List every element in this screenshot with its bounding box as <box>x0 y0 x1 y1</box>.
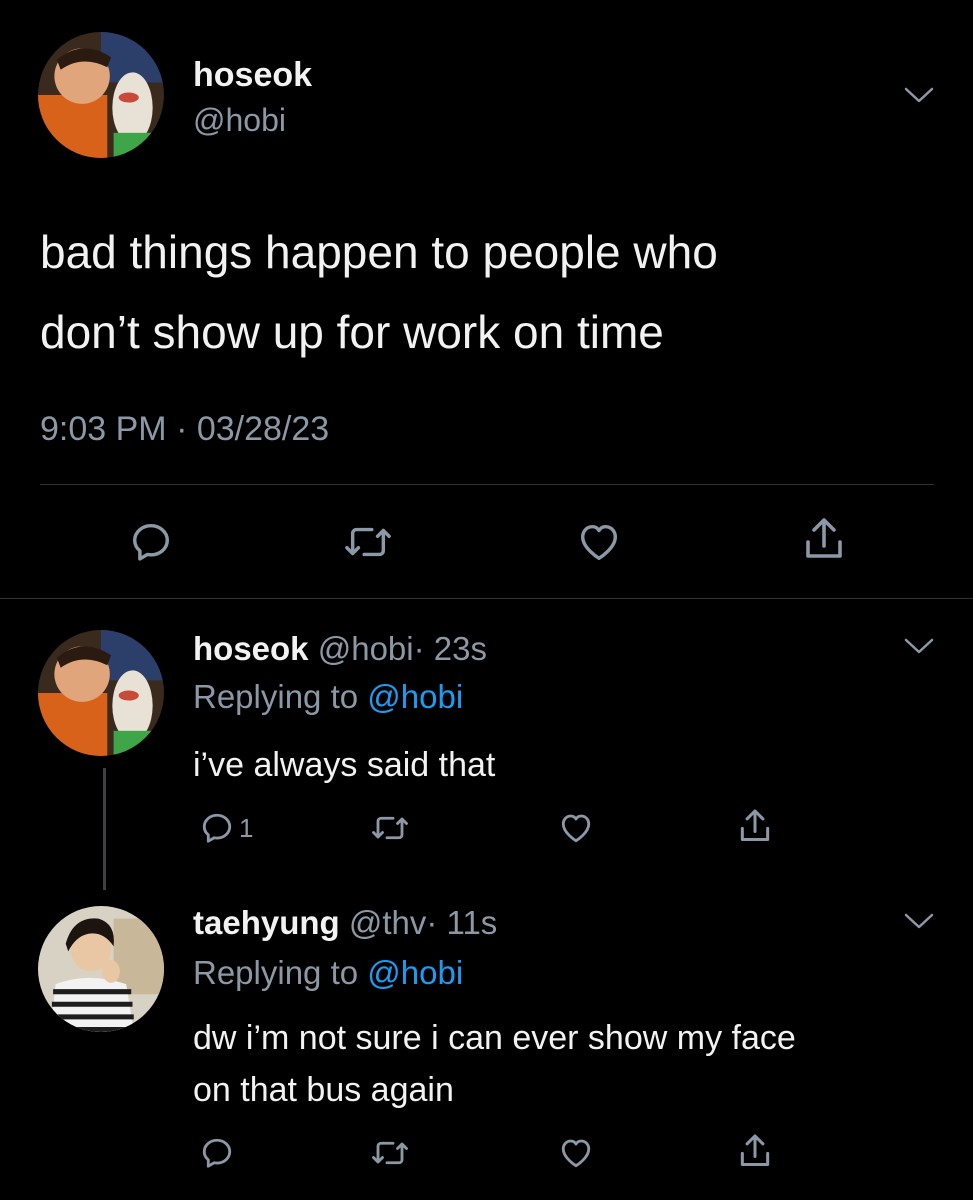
reply-button[interactable] <box>128 519 174 565</box>
divider <box>40 484 934 485</box>
reply-icon <box>128 519 174 565</box>
share-button[interactable] <box>736 1131 774 1171</box>
replying-to-handle[interactable]: @hobi <box>367 954 463 991</box>
heart-icon <box>575 519 623 565</box>
share-icon <box>800 514 848 564</box>
taehyung-avatar-image <box>38 906 164 1032</box>
retweet-button[interactable] <box>370 1135 410 1171</box>
hoseok-avatar-image <box>38 630 164 756</box>
chevron-down-icon[interactable] <box>904 87 934 105</box>
author-name[interactable]: hoseok <box>193 630 309 667</box>
share-icon <box>736 806 774 846</box>
author-name[interactable]: taehyung <box>193 904 340 941</box>
hoseok-avatar-image <box>38 32 164 158</box>
tweet-text-line: don’t show up for work on time <box>40 306 664 358</box>
reply-icon <box>199 810 235 846</box>
heart-icon <box>556 810 596 846</box>
reply-time: · 23s <box>413 630 487 667</box>
retweet-button[interactable] <box>370 810 410 846</box>
like-button[interactable] <box>575 519 623 565</box>
reply-time: · 11s <box>426 904 498 941</box>
reply-count: 1 <box>239 812 254 843</box>
reply-icon <box>199 1135 235 1171</box>
like-button[interactable] <box>556 810 596 846</box>
reply-text-line: on that bus again <box>193 1071 454 1109</box>
avatar[interactable] <box>38 32 164 158</box>
thread-connector-line <box>103 768 106 890</box>
replying-to-label: Replying to <box>193 678 359 715</box>
tweet-text: bad things happen to people who don’t sh… <box>40 212 718 372</box>
reply-text-line: dw i’m not sure i can ever show my face <box>193 1019 796 1057</box>
reply-text: dw i’m not sure i can ever show my face … <box>193 1012 796 1116</box>
tweet-text-line: bad things happen to people who <box>40 226 718 278</box>
share-button[interactable] <box>736 806 774 846</box>
share-button[interactable] <box>800 514 848 564</box>
retweet-icon <box>370 1135 410 1171</box>
tweet-timestamp[interactable]: 9:03 PM · 03/28/23 <box>40 410 329 449</box>
avatar[interactable] <box>38 906 164 1032</box>
chevron-down-icon[interactable] <box>904 638 934 656</box>
reply-button[interactable]: 1 <box>199 810 253 846</box>
replying-to-handle[interactable]: @hobi <box>367 678 463 715</box>
retweet-icon <box>370 810 410 846</box>
author-name[interactable]: hoseok <box>193 56 312 95</box>
chevron-down-icon[interactable] <box>904 913 934 931</box>
share-icon <box>736 1131 774 1171</box>
replying-to: Replying to @hobi <box>193 678 463 716</box>
reply-button[interactable] <box>199 1135 235 1171</box>
reply-header: hoseok @hobi· 23s <box>193 630 487 668</box>
author-handle[interactable]: @hobi <box>193 102 286 139</box>
like-button[interactable] <box>556 1135 596 1171</box>
reply-text: i’ve always said that <box>193 740 495 790</box>
replying-to: Replying to @hobi <box>193 954 463 992</box>
retweet-icon <box>343 519 393 565</box>
author-handle[interactable]: @thv <box>349 904 427 941</box>
reply-text-line: i’ve always said that <box>193 746 496 784</box>
author-handle[interactable]: @hobi <box>318 630 414 667</box>
heart-icon <box>556 1135 596 1171</box>
avatar[interactable] <box>38 630 164 756</box>
retweet-button[interactable] <box>343 519 393 565</box>
reply-header: taehyung @thv· 11s <box>193 904 497 942</box>
divider <box>0 598 973 599</box>
replying-to-label: Replying to <box>193 954 359 991</box>
